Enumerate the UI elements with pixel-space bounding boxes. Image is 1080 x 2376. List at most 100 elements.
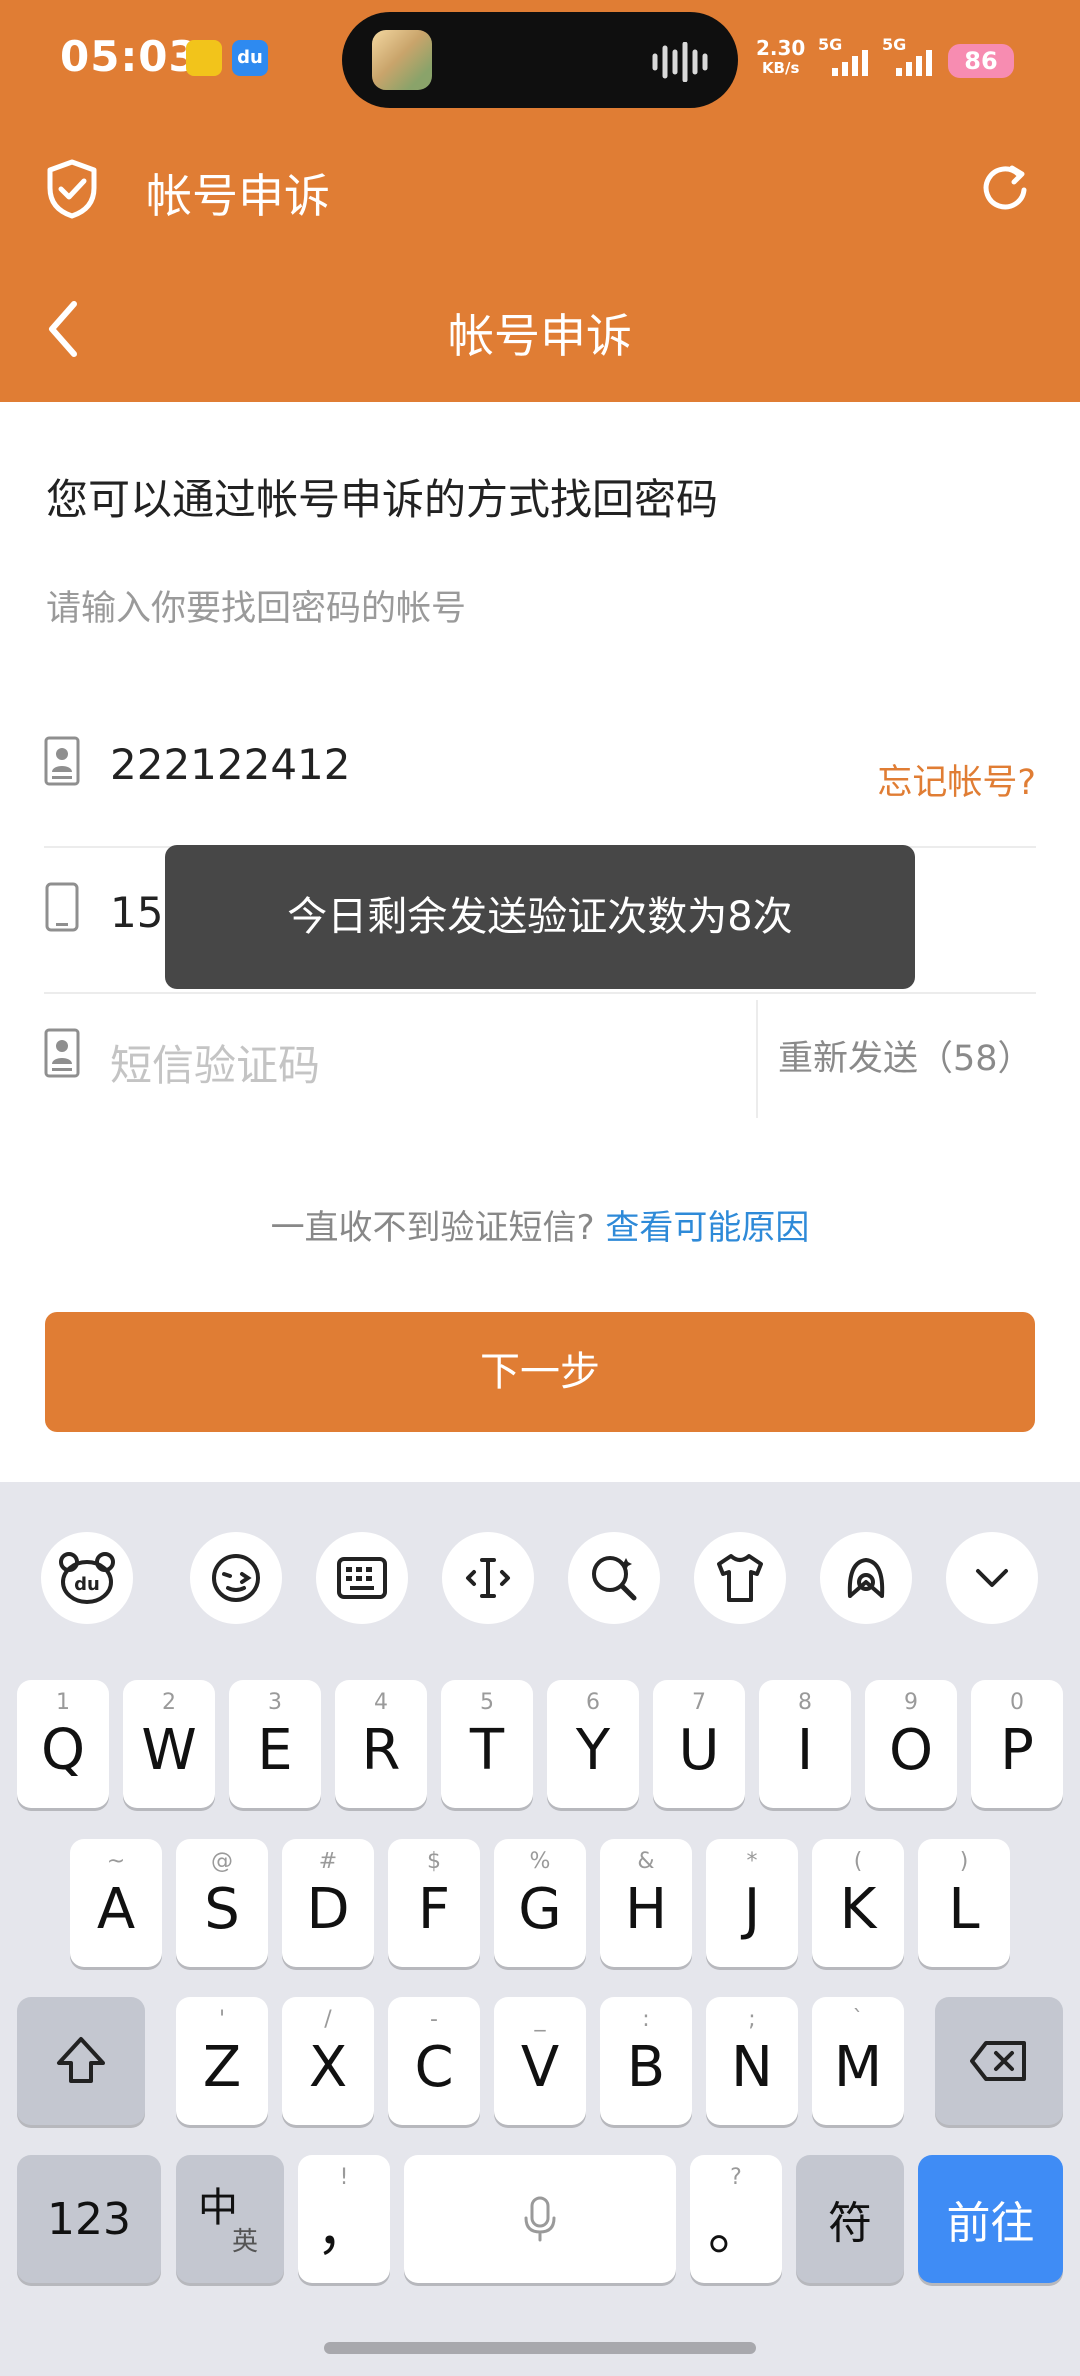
forget-account-link[interactable]: 忘记帐号? [877,754,1036,805]
key-g[interactable]: % G [494,1839,586,1967]
next-step-button[interactable]: 下一步 [45,1312,1035,1432]
key-e[interactable]: 3E [229,1680,321,1808]
now-playing-thumbnail [372,30,432,90]
key-j[interactable]: * J [706,1839,798,1967]
instruction-subtitle: 请输入你要找回密码的帐号 [46,589,467,629]
key-s[interactable]: @ S [176,1839,268,1967]
backspace-key[interactable] [935,1997,1063,2125]
app-title: 帐号申诉 [146,169,330,223]
key-l[interactable]: ) L [918,1839,1010,1967]
numbers-key[interactable]: 123 [17,2155,161,2283]
app-title-bar: 帐号申诉 [0,130,1080,250]
lang-sub-label: 英 [232,2227,259,2257]
collapse-keyboard-icon[interactable] [946,1532,1038,1624]
shift-icon [57,2037,105,2083]
refresh-icon[interactable] [978,160,1034,216]
assistant-icon[interactable] [820,1532,912,1624]
sms-code-field[interactable]: 短信验证码 重新发送（58） [44,1000,1036,1120]
key-label: M [833,2034,883,2100]
status-time: 05:03 [60,32,199,81]
possible-reasons-link[interactable]: 查看可能原因 [605,1208,809,1248]
home-indicator[interactable] [324,2342,756,2354]
key-o[interactable]: 9O [865,1680,957,1808]
contact-card-icon [44,736,80,786]
key-d[interactable]: # D [282,1839,374,1967]
key-hint: 4 [374,1690,388,1715]
key-hint: ; [748,2007,756,2032]
emoji-icon[interactable] [190,1532,282,1624]
toast-message: 今日剩余发送验证次数为8次 [165,845,915,989]
comma-key[interactable]: ! ， [298,2155,390,2283]
clipboard-icon[interactable] [316,1532,408,1624]
language-switch-key[interactable]: 中 英 [176,2155,284,2283]
resend-button[interactable]: 重新发送（58） [756,1000,1036,1118]
app-header: 05:03 du 2.30 KB/s 5G 5G 86 帐号申诉 帐号申诉 [0,0,1080,402]
key-p[interactable]: 0P [971,1680,1063,1808]
key-r[interactable]: 4R [335,1680,427,1808]
account-value: 222122412 [110,740,351,789]
shift-key[interactable] [17,1997,145,2125]
key-a[interactable]: ~ A [70,1839,162,1967]
period-key[interactable]: ? 。 [690,2155,782,2283]
key-v[interactable]: _ V [494,1997,586,2125]
sms-code-input[interactable]: 短信验证码 [110,1032,320,1093]
key-hint: # [318,1849,338,1874]
key-k[interactable]: (K [812,1839,904,1967]
key-hint: 1 [56,1690,70,1715]
key-label: I [796,1717,814,1783]
skin-icon[interactable] [694,1532,786,1624]
key-label: E [257,1717,293,1783]
key-label: W [141,1717,197,1783]
key-h[interactable]: & H [600,1839,692,1967]
key-hint: - [430,2007,438,2032]
key-w[interactable]: 2W [123,1680,215,1808]
key-label: A [96,1876,136,1942]
key-hint: & [637,1849,655,1874]
signal-icon: 5G [818,36,868,76]
key-hint: : [642,2007,650,2032]
key-x[interactable]: / X [282,1997,374,2125]
search-icon[interactable] [568,1532,660,1624]
key-hint: ' [218,2007,226,2032]
key-label: U [678,1717,720,1783]
keyboard: du 1Q2W3E4R5T6Y7U8I9O0P ~ A @ S # D $ F% G & H * J(K… [0,1482,1080,2376]
key-u[interactable]: 7U [653,1680,745,1808]
key-y[interactable]: 6Y [547,1680,639,1808]
key-label: R [361,1717,401,1783]
key-i[interactable]: 8I [759,1680,851,1808]
period-hint: ? [730,2165,742,2190]
key-label: O [888,1717,934,1783]
key-label: D [306,1876,350,1942]
account-field[interactable]: 222122412 忘记帐号? [44,720,1036,848]
key-m[interactable]: ` M [812,1997,904,2125]
key-label: P [1000,1717,1034,1783]
go-key[interactable]: 前往 [918,2155,1063,2283]
phone-icon [45,882,79,932]
key-n[interactable]: ; N [706,1997,798,2125]
nav-bar: 帐号申诉 [0,270,1080,390]
key-hint: 8 [798,1690,812,1715]
svg-text:du: du [74,1574,100,1595]
key-label: X [308,2034,348,2100]
key-f[interactable]: $ F [388,1839,480,1967]
symbols-key[interactable]: 符 [796,2155,904,2283]
cursor-move-icon[interactable] [442,1532,534,1624]
key-q[interactable]: 1Q [17,1680,109,1808]
key-z[interactable]: ' Z [176,1997,268,2125]
key-label: B [626,2034,666,2100]
key-hint: 5 [480,1690,494,1715]
svg-text:5G: 5G [882,36,906,54]
key-t[interactable]: 5T [441,1680,533,1808]
comma-label: ， [316,2197,372,2263]
backspace-icon [970,2041,1026,2081]
instruction-heading: 您可以通过帐号申诉的方式找回密码 [46,475,719,524]
dynamic-island[interactable] [342,12,738,108]
contact-card-icon [44,1028,80,1078]
space-key[interactable] [404,2155,676,2283]
key-hint: ) [959,1849,969,1874]
key-c[interactable]: -C [388,1997,480,2125]
key-b[interactable]: :B [600,1997,692,2125]
key-hint: * [746,1849,758,1874]
microphone-icon [524,2196,556,2242]
keyboard-logo-icon[interactable]: du [41,1532,133,1624]
